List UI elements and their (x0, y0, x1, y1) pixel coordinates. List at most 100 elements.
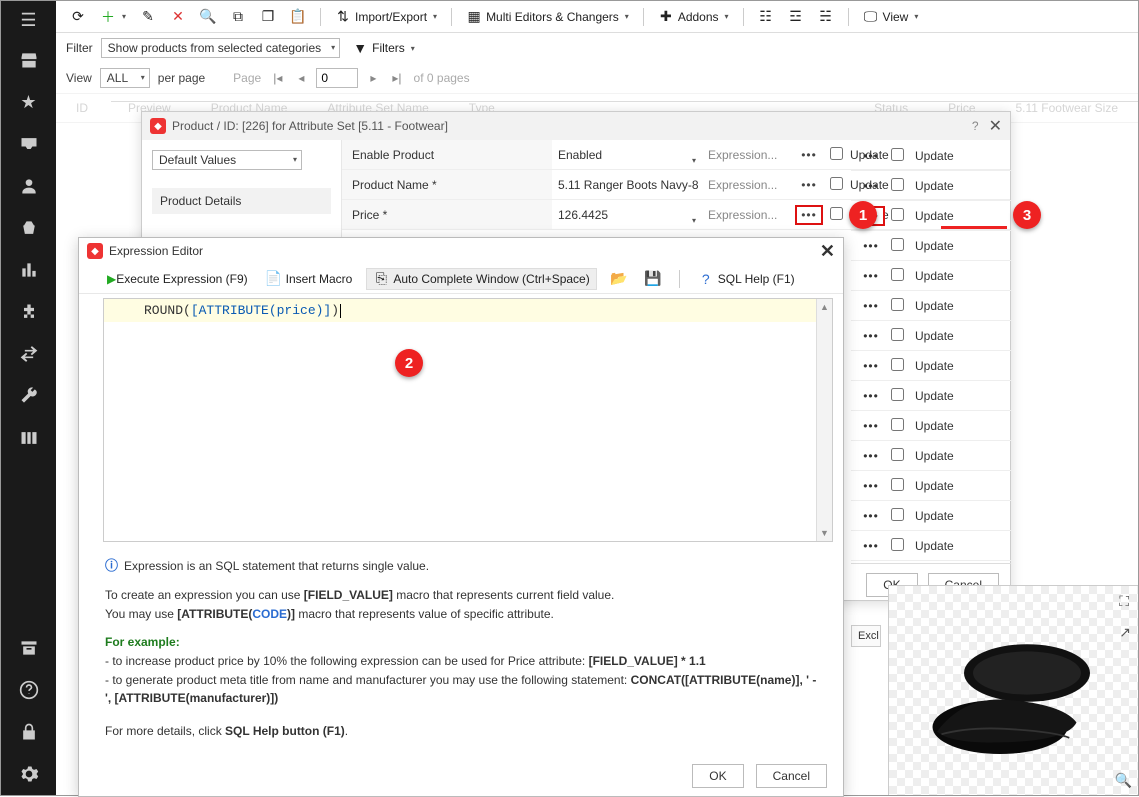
expression-edit-button[interactable]: ••• (851, 239, 891, 253)
close-icon[interactable]: ✕ (820, 241, 835, 262)
update-checkbox[interactable] (826, 207, 846, 223)
expression-edit-button[interactable]: ••• (851, 419, 891, 433)
update-checkbox[interactable] (891, 178, 915, 194)
delete-button[interactable]: ✕ (166, 7, 190, 27)
tool-c-button[interactable]: ☵ (814, 7, 838, 27)
scrollbar[interactable]: ▲▼ (816, 299, 832, 541)
update-checkbox[interactable] (891, 538, 915, 554)
update-checkbox[interactable] (891, 208, 915, 224)
add-button[interactable]: ＋▾ (96, 7, 130, 27)
update-checkbox[interactable] (891, 418, 915, 434)
lock-icon[interactable] (1, 711, 56, 753)
paste-button[interactable]: 📋 (286, 7, 310, 27)
exclude-tab[interactable]: Excl (851, 625, 881, 647)
update-checkbox[interactable] (891, 268, 915, 284)
person-icon[interactable] (1, 165, 56, 207)
help-icon[interactable] (1, 669, 56, 711)
filters-button[interactable]: ▼Filters▾ (348, 38, 419, 58)
menu-icon[interactable]: ☰ (1, 1, 56, 39)
scope-select[interactable]: Default Values▾ (152, 150, 302, 170)
view-button[interactable]: 🖵View▾ (859, 7, 923, 27)
next-page-button[interactable]: ▸ (366, 71, 380, 85)
execute-expression-button[interactable]: ▶ Execute Expression (F9) (103, 270, 252, 288)
insert-macro-button[interactable]: 📄Insert Macro (262, 269, 357, 289)
page-input[interactable] (316, 68, 358, 88)
expression-edit-button[interactable]: ••• (851, 299, 891, 313)
store-icon[interactable] (1, 39, 56, 81)
expression-edit-button[interactable]: ••• (851, 509, 891, 523)
update-checkbox[interactable] (891, 448, 915, 464)
product-details-section[interactable]: Product Details (152, 188, 331, 214)
first-page-button[interactable]: |◂ (269, 71, 286, 85)
sql-help-button[interactable]: ?SQL Help (F1) (694, 269, 799, 289)
update-label: Update (915, 449, 954, 463)
expression-edit-button[interactable]: ••• (851, 329, 891, 343)
refresh-button[interactable]: ⟳ (66, 7, 90, 27)
archive-icon[interactable] (1, 627, 56, 669)
update-checkbox[interactable] (891, 508, 915, 524)
ok-button[interactable]: OK (692, 764, 743, 788)
per-page-select[interactable]: ALL▾ (100, 68, 150, 88)
close-icon[interactable]: ✕ (989, 116, 1002, 136)
expression-edit-button[interactable]: ••• (851, 359, 891, 373)
expression-edit-button[interactable]: ••• (851, 179, 891, 193)
filter-select[interactable]: Show products from selected categories▾ (101, 38, 340, 58)
expression-placeholder[interactable]: Expression... (702, 148, 792, 162)
expression-edit-button[interactable]: ••• (851, 449, 891, 463)
auto-complete-button[interactable]: ⎘Auto Complete Window (Ctrl+Space) (366, 268, 596, 290)
expression-edit-button[interactable]: ••• (792, 148, 826, 162)
update-checkbox[interactable] (891, 328, 915, 344)
expression-edit-button[interactable]: ••• (792, 208, 826, 222)
clone-button[interactable]: ❐ (256, 7, 280, 27)
product-window-titlebar[interactable]: ◆ Product / ID: [226] for Attribute Set … (142, 112, 1010, 140)
expression-edit-button[interactable]: ••• (851, 269, 891, 283)
columns-icon[interactable] (1, 417, 56, 459)
attribute-value[interactable]: 126.4425▾ (552, 208, 702, 222)
expression-placeholder[interactable]: Expression... (702, 178, 792, 192)
save-button[interactable]: 💾 (641, 269, 665, 289)
expand-icon[interactable]: ⛶ (1116, 590, 1134, 613)
update-checkbox[interactable] (826, 177, 846, 193)
cancel-button[interactable]: Cancel (756, 764, 827, 788)
swap-icon[interactable] (1, 333, 56, 375)
update-checkbox[interactable] (891, 298, 915, 314)
expression-edit-button[interactable]: ••• (851, 149, 891, 163)
inbox-icon[interactable] (1, 123, 56, 165)
import-export-button[interactable]: ⇅Import/Export▾ (331, 7, 441, 27)
attribute-value[interactable]: Enabled▾ (552, 148, 702, 162)
expression-editor-titlebar[interactable]: ◆ Expression Editor ✕ (79, 238, 843, 264)
zoom-icon[interactable]: 🔍 (1115, 772, 1132, 789)
last-page-button[interactable]: ▸| (388, 71, 405, 85)
expression-edit-button[interactable]: ••• (851, 479, 891, 493)
expression-edit-button[interactable]: ••• (851, 389, 891, 403)
edit-button[interactable]: ✎ (136, 7, 160, 27)
open-folder-button[interactable]: 📂 (607, 269, 631, 289)
search-button[interactable]: 🔍 (196, 7, 220, 27)
multi-editors-button[interactable]: ▦Multi Editors & Changers▾ (462, 7, 633, 27)
expression-placeholder[interactable]: Expression... (702, 208, 792, 222)
gear-icon[interactable] (1, 753, 56, 795)
update-row: •••Update (851, 501, 1011, 531)
basket-icon[interactable] (1, 207, 56, 249)
puzzle-icon[interactable] (1, 291, 56, 333)
update-checkbox[interactable] (891, 358, 915, 374)
update-checkbox[interactable] (891, 148, 915, 164)
addons-button[interactable]: ✚Addons▾ (654, 7, 733, 27)
update-checkbox[interactable] (891, 238, 915, 254)
update-checkbox[interactable] (891, 388, 915, 404)
open-external-icon[interactable]: ↗ (1116, 621, 1134, 644)
tool-a-button[interactable]: ☷ (754, 7, 778, 27)
update-checkbox[interactable] (891, 478, 915, 494)
copy-button[interactable]: ⧉ (226, 7, 250, 27)
prev-page-button[interactable]: ◂ (294, 71, 308, 85)
chart-icon[interactable] (1, 249, 56, 291)
expression-edit-button[interactable]: ••• (792, 178, 826, 192)
wrench-icon[interactable] (1, 375, 56, 417)
update-checkbox[interactable] (826, 147, 846, 163)
expression-textarea[interactable]: ROUND([ATTRIBUTE(price)]) ▲▼ (103, 298, 833, 542)
star-icon[interactable]: ★ (1, 81, 56, 123)
attribute-value[interactable]: 5.11 Ranger Boots Navy-8 (552, 178, 702, 192)
help-icon[interactable]: ? (972, 119, 979, 133)
expression-edit-button[interactable]: ••• (851, 539, 891, 553)
tool-b-button[interactable]: ☲ (784, 7, 808, 27)
